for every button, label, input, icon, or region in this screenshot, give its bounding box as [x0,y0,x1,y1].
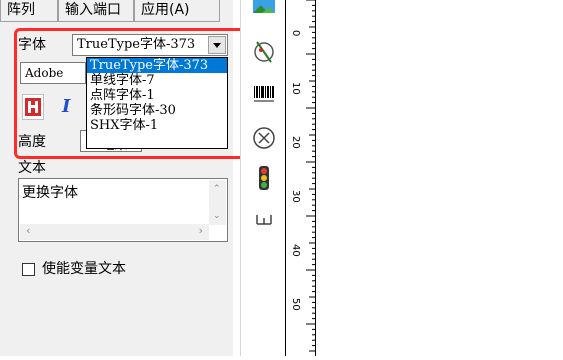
angle-icon [254,41,274,63]
tab-apply[interactable]: 应用(A) [134,0,220,22]
tab-array-label: 阵列 [7,2,35,18]
ruler-label: 10 [290,82,301,95]
vertical-ruler: 0 10 20 30 40 50 [287,0,316,356]
text-input[interactable]: 更换字体 ⌃ ⌄ ‹ › [18,178,228,242]
tab-array[interactable]: 阵列 [0,0,58,22]
vertical-toolbar [240,0,286,356]
horizontal-scrollbar[interactable]: ‹ › [20,224,209,240]
ruler-label: 20 [290,136,301,149]
ruler-label: 40 [290,244,301,257]
highlight-frame [14,28,268,159]
traffic-light-tool-button[interactable] [249,164,279,192]
scroll-right-icon[interactable]: › [199,224,203,237]
tab-input-port-label: 输入端口 [65,2,121,18]
vertical-scrollbar[interactable]: ⌃ ⌄ [209,180,226,225]
timer-tool-button[interactable] [249,124,279,152]
tab-apply-label: 应用(A) [141,2,190,18]
variable-text-label: 使能变量文本 [42,261,126,277]
barcode-icon [254,86,274,102]
timer-icon [253,127,275,149]
ruler-label: 50 [290,298,301,311]
bracket-icon [256,215,272,225]
angle-tool-button[interactable] [249,38,279,66]
text-content: 更换字体 [22,185,78,201]
variable-text-checkbox[interactable] [22,263,35,276]
traffic-light-icon [259,166,269,190]
tab-input-port[interactable]: 输入端口 [58,0,134,22]
image-tool-button[interactable] [249,0,279,28]
scroll-up-icon[interactable]: ⌃ [213,184,221,194]
barcode-tool-button[interactable] [249,82,279,110]
ruler-label: 30 [290,190,301,203]
bracket-tool-button[interactable] [249,208,279,236]
ruler-label: 0 [290,30,301,37]
image-icon [253,0,275,13]
scroll-left-icon[interactable]: ‹ [26,224,30,237]
scroll-down-icon[interactable]: ⌄ [213,211,221,221]
text-label: 文本 [18,160,46,176]
